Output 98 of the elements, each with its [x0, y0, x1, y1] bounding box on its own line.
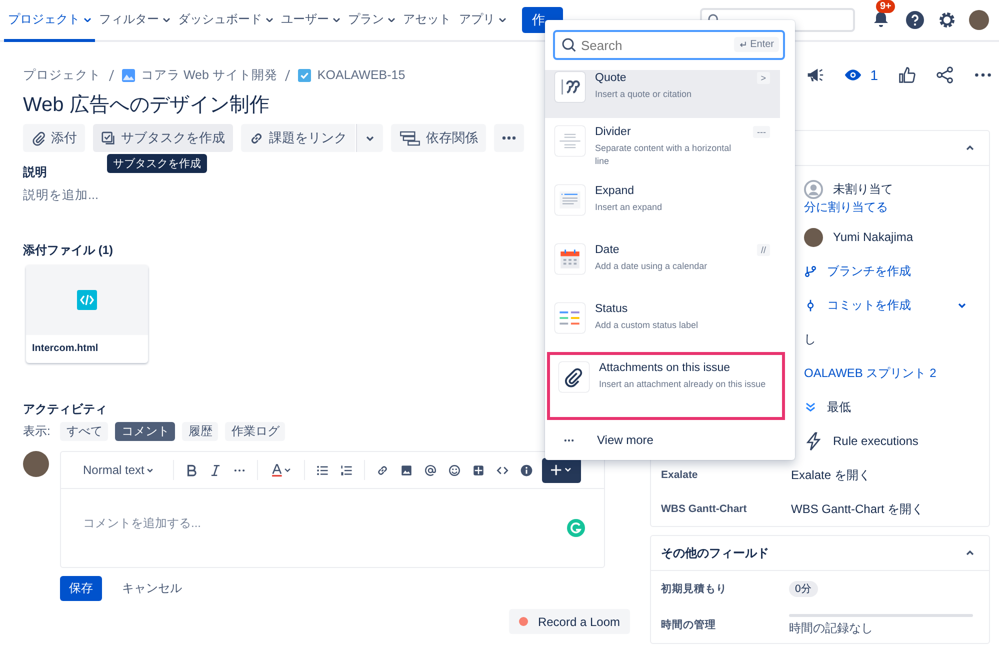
description-field[interactable]: 説明を追加...	[23, 187, 98, 204]
branch-icon	[804, 264, 817, 278]
text-style-dropdown[interactable]: Normal text	[83, 463, 154, 477]
link-icon[interactable]	[376, 464, 390, 476]
more-icon	[564, 438, 574, 442]
field-value: し	[804, 330, 816, 348]
image-icon[interactable]	[400, 464, 414, 476]
chevron-down-icon	[146, 466, 154, 474]
avatar[interactable]	[969, 10, 989, 30]
more-icon	[502, 136, 516, 140]
filter-tab[interactable]: コメント	[115, 422, 176, 441]
field-label: WBS Gantt-Chart	[661, 503, 748, 515]
link-icon	[249, 130, 264, 146]
toolbar-button[interactable]: 課題をリンク	[241, 124, 355, 152]
field-value: 時間の記録なし	[789, 620, 874, 636]
watch-button[interactable]: 1	[844, 66, 878, 84]
estimate-badge: 0分	[789, 581, 818, 597]
notification-badge: 9+	[876, 0, 896, 13]
issue-title: Web 広告へのデザイン制作	[23, 93, 270, 118]
menu-item[interactable]: Quote Insert a quote or citation >	[545, 70, 780, 118]
numbered-list-icon[interactable]	[340, 464, 354, 476]
more-button[interactable]	[494, 124, 524, 152]
field-link[interactable]: コミットを作成	[827, 296, 911, 314]
nav-tab[interactable]: アセット	[399, 0, 455, 42]
toolbar-button[interactable]: サブタスクを作成	[93, 124, 233, 152]
file-name: Intercom.html	[31, 342, 100, 356]
field-link[interactable]: WBS Gantt-Chart を開く	[791, 500, 924, 518]
breadcrumb-link[interactable]: コアラ Web サイト開発	[141, 66, 278, 84]
breadcrumb-link[interactable]: プロジェクト	[23, 66, 101, 84]
toolbar-button[interactable]: 添付	[23, 124, 85, 152]
priority-lowest-icon	[804, 400, 817, 414]
field-link[interactable]: Exalate を開く	[791, 466, 870, 484]
plus-icon	[550, 464, 573, 476]
info-icon[interactable]	[520, 464, 534, 476]
avatar	[804, 228, 823, 246]
project-icon	[122, 68, 135, 82]
nav-tab[interactable]: アプリ	[455, 0, 510, 42]
cancel-button[interactable]: キャンセル	[116, 579, 188, 598]
paperclip-icon	[31, 130, 46, 146]
text-color-icon[interactable]	[269, 464, 294, 476]
field-value: Rule executions	[833, 434, 918, 448]
record-loom-button[interactable]: Record a Loom	[508, 609, 630, 634]
filter-tab[interactable]: 履歴	[182, 422, 218, 441]
nav-tab[interactable]: ダッシュボード	[174, 0, 277, 42]
like-icon[interactable]	[898, 66, 916, 84]
dependency-icon	[399, 130, 421, 146]
avatar	[23, 451, 49, 477]
code-file-icon	[77, 290, 97, 310]
lightning-icon	[804, 432, 823, 450]
menu-item[interactable]: Attachments on this issue Insert an attachment already on this issue	[549, 354, 783, 418]
section-heading: 説明	[23, 164, 47, 181]
menu-item[interactable]: Status Add a custom status label	[545, 295, 780, 354]
megaphone-icon[interactable]	[806, 66, 824, 84]
nav-tab[interactable]: フィルター	[95, 0, 174, 42]
subtask-icon	[101, 130, 116, 146]
italic-icon[interactable]	[209, 464, 222, 476]
share-icon[interactable]	[936, 66, 954, 84]
field-value: 最低	[827, 398, 851, 416]
breadcrumb-link[interactable]: KOALAWEB-15	[317, 68, 406, 82]
section-heading: 添付ファイル (1)	[23, 242, 113, 259]
collapse-icon[interactable]	[965, 548, 975, 558]
field-link[interactable]: OALAWEB スプリント 2	[804, 364, 936, 382]
checkbox-icon	[298, 68, 312, 82]
field-label: Exalate	[661, 469, 699, 481]
nav-tab[interactable]: プロジェクト	[4, 0, 95, 42]
collapse-icon[interactable]	[965, 143, 975, 153]
section-heading: アクティビティ	[23, 401, 107, 418]
save-button[interactable]: 保存	[60, 576, 102, 601]
panel-heading: その他のフィールド	[661, 544, 769, 562]
enter-hint: Enter	[734, 37, 779, 52]
menu-item[interactable]: Expand Insert an expand	[545, 177, 780, 236]
table-icon[interactable]	[472, 464, 486, 476]
search-icon	[562, 38, 576, 52]
field-label: 時間の管理	[661, 618, 717, 632]
help-icon[interactable]	[905, 10, 925, 30]
comment-placeholder: コメントを追加する...	[83, 515, 202, 532]
bold-icon[interactable]	[185, 464, 198, 476]
return-icon	[739, 40, 748, 48]
nav-tab[interactable]: プラン	[344, 0, 399, 42]
menu-item[interactable]: Date Add a date using a calendar //	[545, 236, 780, 295]
emoji-icon[interactable]	[448, 464, 462, 476]
menu-item[interactable]: Divider Separate content with a horizontal line ---	[545, 118, 780, 177]
filter-tab[interactable]: すべて	[60, 422, 108, 441]
field-value: Yumi Nakajima	[833, 230, 914, 244]
field-label: 初期見積もり	[661, 582, 728, 596]
nav-tab[interactable]: ユーザー	[277, 0, 344, 42]
filter-label: 表示:	[23, 423, 50, 440]
filter-tab[interactable]: 作業ログ	[225, 422, 286, 441]
field-link[interactable]: ブランチを作成	[827, 262, 911, 280]
field-link[interactable]: 分に割り当てる	[804, 198, 888, 216]
record-icon	[518, 617, 528, 626]
field-value: 未割り当て	[833, 180, 893, 198]
toolbar-button[interactable]: 依存関係	[391, 124, 486, 152]
bullet-list-icon[interactable]	[316, 464, 330, 476]
person-icon	[804, 180, 823, 198]
settings-icon[interactable]	[937, 10, 957, 30]
mention-icon[interactable]	[424, 464, 438, 476]
tooltip: サブタスクを作成	[107, 154, 207, 173]
